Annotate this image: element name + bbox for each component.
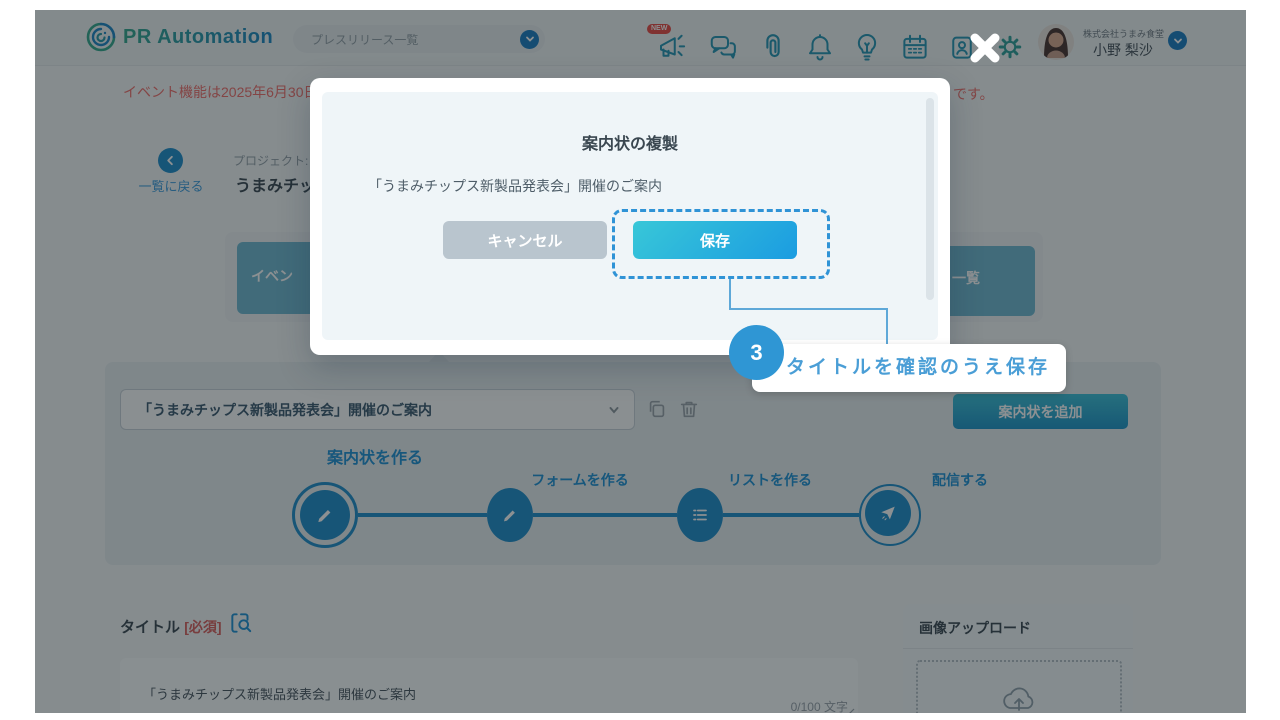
modal-scrollbar[interactable] [926,98,934,300]
annotation-connector [729,277,731,310]
modal-title: 案内状の複製 [322,130,938,154]
close-icon[interactable] [965,28,1005,68]
annotation-label: タイトルを確認のうえ保存 [752,344,1066,392]
save-highlight-box [612,209,830,279]
annotation-connector [729,308,888,310]
annotation-step-number: 3 [729,325,784,380]
cancel-button[interactable]: キャンセル [443,221,607,259]
annotation-connector [886,308,888,348]
modal-body-text: 「うまみチップス新製品発表会」開催のご案内 [368,176,662,196]
